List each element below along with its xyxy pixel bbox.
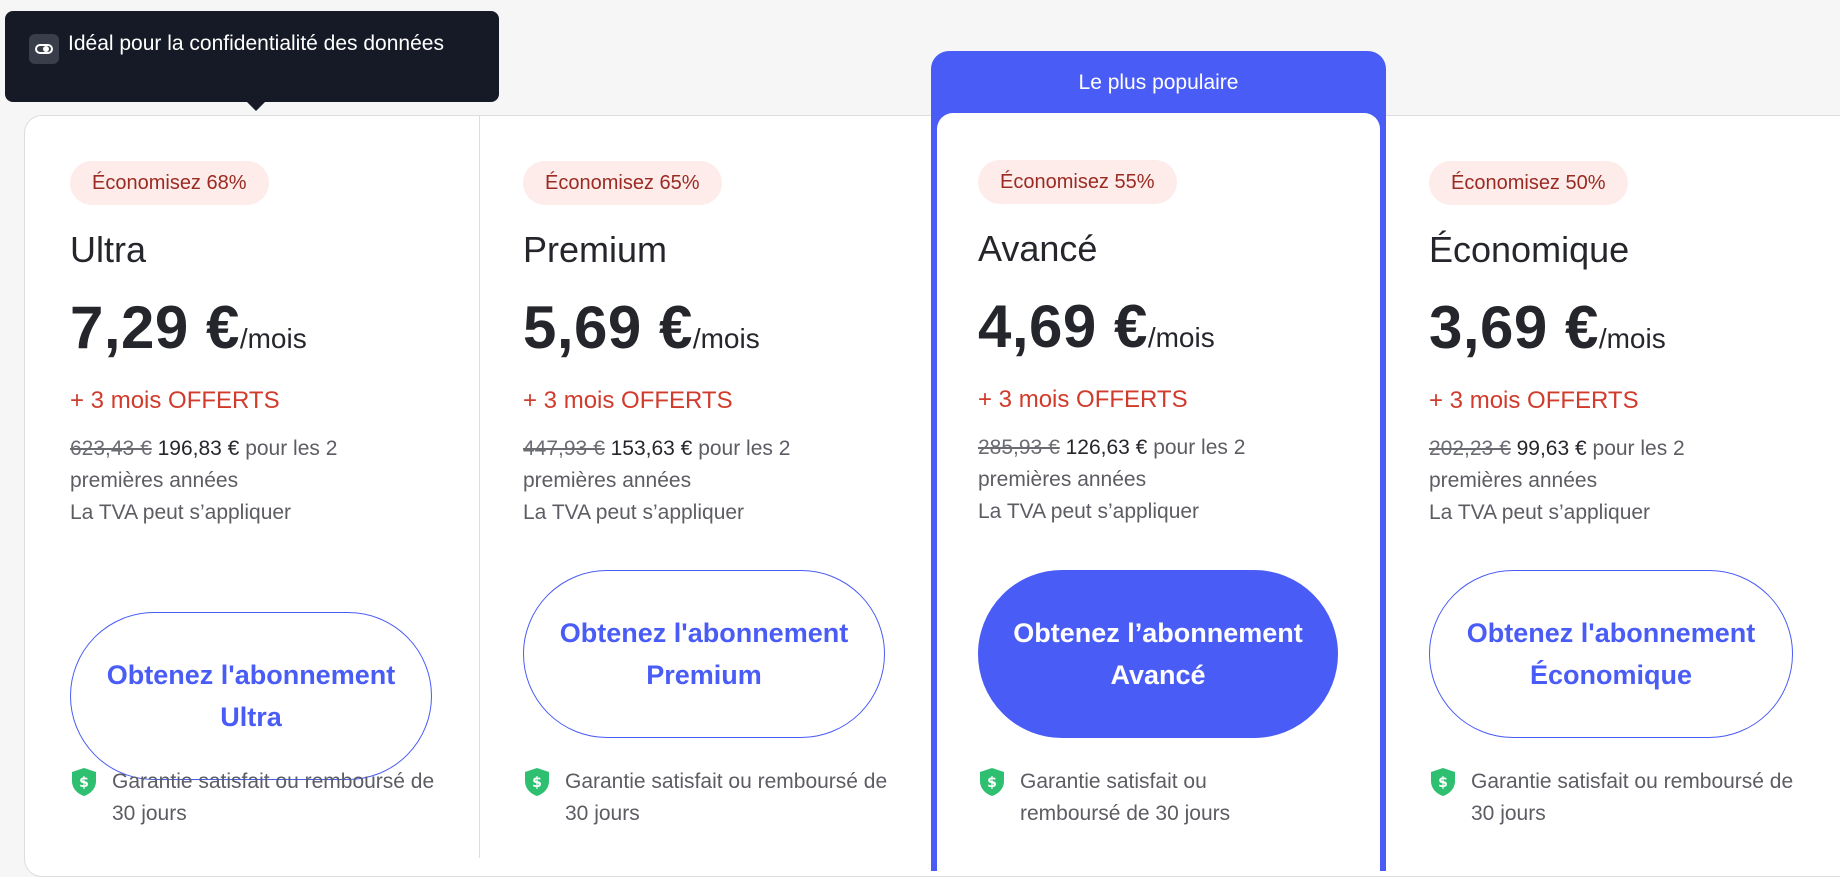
- savings-badge: Économisez 68%: [70, 161, 269, 205]
- guarantee-text: Garantie satisfait ou remboursé de 30 jo…: [1471, 770, 1794, 825]
- new-price: 126,63 €: [1065, 436, 1148, 459]
- price-row: 4,69 €/mois: [978, 292, 1215, 361]
- get-ultra-button[interactable]: Obtenez l'abonnement Ultra: [70, 612, 432, 780]
- tax-note: La TVA peut s’appliquer: [978, 500, 1200, 523]
- savings-badge: Économisez 50%: [1429, 161, 1628, 205]
- new-price: 196,83 €: [157, 437, 240, 460]
- bonus-offer: + 3 mois OFFERTS: [523, 387, 733, 414]
- plan-name: Économique: [1429, 229, 1630, 270]
- monthly-price: 5,69 €: [523, 294, 693, 361]
- bonus-offer: + 3 mois OFFERTS: [1429, 387, 1639, 414]
- price-period: /mois: [239, 323, 307, 354]
- guarantee-text: Garantie satisfait ou remboursé de 30 jo…: [565, 770, 888, 825]
- old-price: 202,23 €: [1429, 437, 1511, 460]
- get-avance-button[interactable]: Obtenez l’abonnement Avancé: [978, 570, 1338, 738]
- new-price: 153,63 €: [610, 437, 693, 460]
- price-details: 202,23 € 99,63 € pour les 2 premières an…: [1429, 433, 1759, 529]
- plan-divider: [479, 116, 480, 858]
- price-row: 5,69 €/mois: [523, 293, 760, 362]
- shield-icon: $: [72, 768, 96, 796]
- svg-text:$: $: [987, 775, 997, 791]
- svg-text:$: $: [79, 775, 89, 791]
- shield-icon: $: [525, 768, 549, 796]
- svg-text:$: $: [532, 775, 542, 791]
- monthly-price: 4,69 €: [978, 293, 1148, 360]
- tax-note: La TVA peut s’appliquer: [523, 501, 745, 524]
- get-economique-button[interactable]: Obtenez l'abonnement Économique: [1429, 570, 1793, 738]
- tax-note: La TVA peut s’appliquer: [70, 501, 292, 524]
- svg-text:$: $: [1438, 775, 1448, 791]
- plan-name: Avancé: [978, 228, 1098, 269]
- guarantee-text: Garantie satisfait ou remboursé de 30 jo…: [112, 770, 435, 825]
- tooltip-text: Idéal pour la confidentialité des donnée…: [68, 32, 444, 55]
- monthly-price: 7,29 €: [70, 294, 240, 361]
- plan-name: Ultra: [70, 229, 147, 270]
- toggle-icon: [29, 34, 59, 64]
- guarantee-text: Garantie satisfait ou remboursé de 30 jo…: [1020, 770, 1231, 825]
- savings-badge: Économisez 55%: [978, 160, 1177, 204]
- popular-ribbon: Le plus populaire: [1078, 71, 1239, 94]
- monthly-price: 3,69 €: [1429, 294, 1599, 361]
- price-row: 7,29 €/mois: [70, 293, 307, 362]
- price-row: 3,69 €/mois: [1429, 293, 1666, 362]
- price-period: /mois: [1598, 323, 1666, 354]
- get-premium-button[interactable]: Obtenez l'abonnement Premium: [523, 570, 885, 738]
- price-details: 623,43 € 196,83 € pour les 2 premières a…: [70, 433, 400, 529]
- bonus-offer: + 3 mois OFFERTS: [70, 387, 280, 414]
- bonus-offer: + 3 mois OFFERTS: [978, 386, 1188, 413]
- tax-note: La TVA peut s’appliquer: [1429, 501, 1651, 524]
- plan-name: Premium: [523, 229, 668, 270]
- new-price: 99,63 €: [1516, 437, 1587, 460]
- old-price: 447,93 €: [523, 437, 605, 460]
- old-price: 285,93 €: [978, 436, 1060, 459]
- old-price: 623,43 €: [70, 437, 152, 460]
- shield-icon: $: [1431, 768, 1455, 796]
- price-details: 285,93 € 126,63 € pour les 2 premières a…: [978, 432, 1308, 528]
- savings-badge: Économisez 65%: [523, 161, 722, 205]
- price-period: /mois: [692, 323, 760, 354]
- tooltip: Idéal pour la confidentialité des donnée…: [5, 11, 499, 111]
- shield-icon: $: [980, 768, 1004, 796]
- price-period: /mois: [1147, 322, 1215, 353]
- price-details: 447,93 € 153,63 € pour les 2 premières a…: [523, 433, 853, 529]
